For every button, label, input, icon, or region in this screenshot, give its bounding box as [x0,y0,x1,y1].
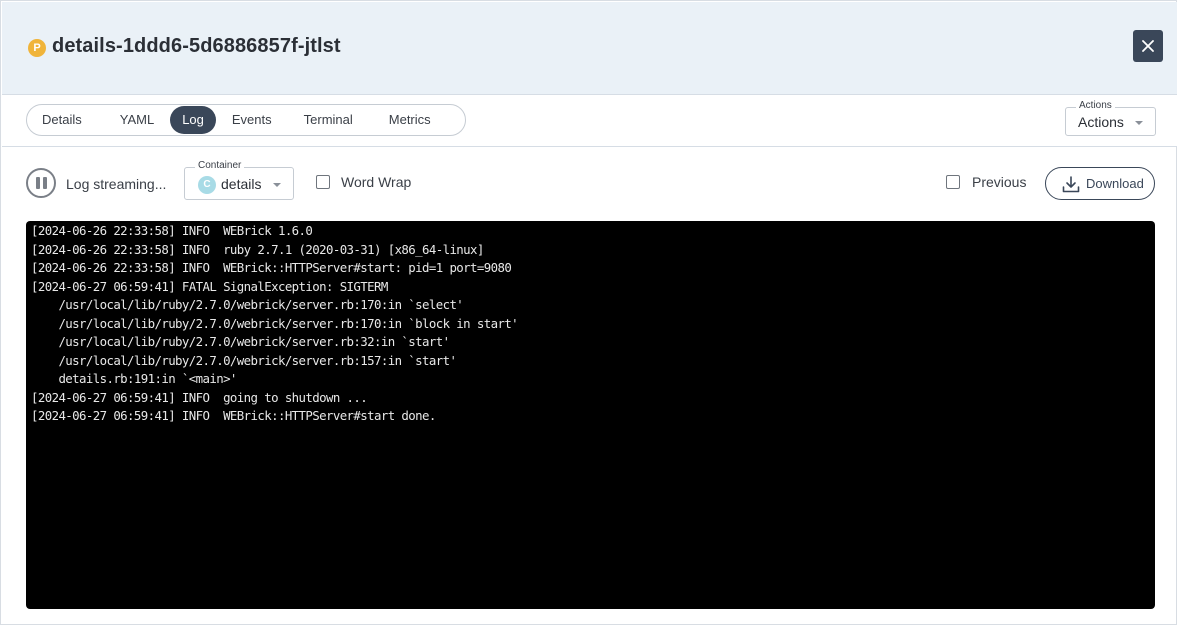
tab-events[interactable]: Events [220,106,284,134]
tab-bar: Details YAML Log Events Terminal Metrics… [2,95,1177,147]
chevron-down-icon [1135,121,1143,125]
actions-legend: Actions [1076,100,1115,111]
tab-details[interactable]: Details [30,106,94,134]
pause-stream-button[interactable] [26,168,56,198]
close-icon [1142,40,1154,52]
log-line: [2024-06-26 22:33:58] INFO WEBrick 1.6.0 [31,223,313,238]
pause-icon [36,177,40,189]
container-select[interactable]: Container C details [184,160,294,200]
log-line: [2024-06-27 06:59:41] INFO going to shut… [31,389,368,405]
tab-terminal[interactable]: Terminal [292,106,365,134]
log-output[interactable]: [2024-06-26 22:33:58] INFO WEBrick 1.6.0… [26,221,1155,609]
log-line: [2024-06-26 22:33:58] INFO WEBrick::HTTP… [31,260,512,275]
download-button[interactable]: Download [1045,167,1155,200]
download-label: Download [1086,176,1144,191]
actions-dropdown[interactable]: Actions Actions [1065,100,1156,136]
pod-type-badge: P [28,39,46,57]
tab-log[interactable]: Log [170,106,216,134]
log-line: [2024-06-27 06:59:41] INFO WEBrick::HTTP… [31,408,436,423]
log-line: [2024-06-27 06:59:41] FATAL SignalExcept… [31,278,388,294]
log-line: /usr/local/lib/ruby/2.7.0/webrick/server… [31,334,450,349]
page-title: details-1ddd6-5d6886857f-jtlst [52,35,341,57]
container-type-badge: C [198,176,216,194]
log-line: [2024-06-26 22:33:58] INFO ruby 2.7.1 (2… [31,241,484,257]
pod-detail-panel: P details-1ddd6-5d6886857f-jtlst Details… [0,0,1177,625]
log-line: /usr/local/lib/ruby/2.7.0/webrick/server… [31,352,457,368]
panel-header: P details-1ddd6-5d6886857f-jtlst [2,2,1177,95]
previous-checkbox[interactable] [946,175,960,189]
tab-group: Details YAML Log Events Terminal Metrics [26,104,466,136]
download-icon [1062,176,1080,193]
tab-yaml[interactable]: YAML [108,106,166,134]
log-line: /usr/local/lib/ruby/2.7.0/webrick/server… [31,297,464,312]
word-wrap-checkbox[interactable] [316,175,330,189]
container-legend: Container [195,160,245,171]
log-line: /usr/local/lib/ruby/2.7.0/webrick/server… [31,315,519,331]
log-line: details.rb:191:in `<main>' [31,371,237,386]
chevron-down-icon [273,183,281,187]
tab-metrics[interactable]: Metrics [377,106,443,134]
close-button[interactable] [1133,30,1163,62]
stream-status-label: Log streaming... [66,176,167,192]
actions-value: Actions [1078,114,1124,130]
container-value: details [221,176,262,192]
previous-label[interactable]: Previous [972,174,1026,190]
word-wrap-label[interactable]: Word Wrap [341,174,411,190]
